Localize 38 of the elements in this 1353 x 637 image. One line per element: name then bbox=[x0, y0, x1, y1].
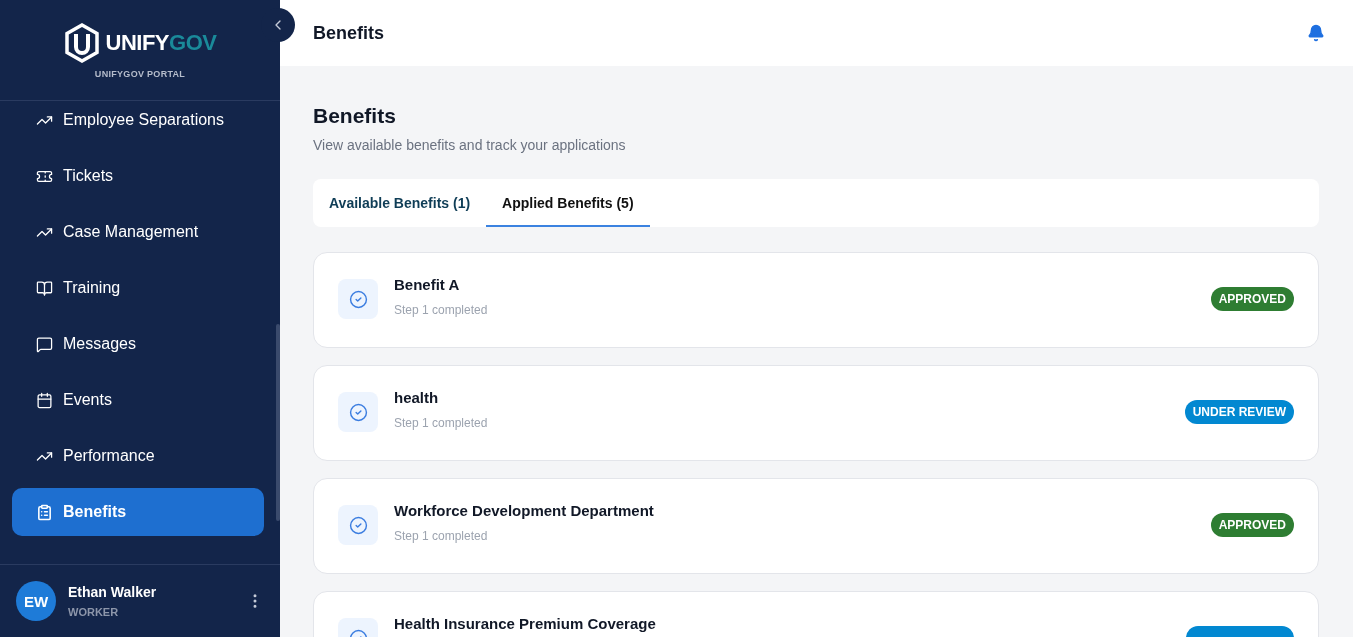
notification-bell-icon[interactable] bbox=[1307, 24, 1325, 42]
status-badge: APPROVED bbox=[1210, 287, 1294, 311]
tab[interactable]: Applied Benefits (5) bbox=[486, 179, 650, 227]
sidebar-nav-item[interactable]: Case Management bbox=[12, 208, 264, 256]
header-title: Benefits bbox=[313, 22, 384, 44]
user-avatar: EW bbox=[16, 581, 56, 621]
book-icon bbox=[36, 279, 53, 297]
logo-wordmark: UNIFYGOV bbox=[105, 30, 217, 56]
benefit-card[interactable]: Benefit A Step 1 completed APPROVED bbox=[313, 252, 1319, 348]
clipboard-icon bbox=[36, 503, 53, 521]
user-name: Ethan Walker bbox=[68, 584, 158, 600]
sidebar-nav-item[interactable]: Employee Separations bbox=[12, 101, 264, 144]
benefit-name: health bbox=[394, 389, 440, 406]
sidebar-nav-item[interactable]: Messages bbox=[12, 320, 264, 368]
calendar-icon bbox=[36, 391, 53, 409]
benefit-card[interactable]: Workforce Development Department Step 1 completed APPROVED bbox=[313, 478, 1319, 574]
benefit-name: Benefit A bbox=[394, 276, 461, 293]
sidebar-nav-item[interactable]: Tickets bbox=[12, 152, 264, 200]
sidebar-nav-item[interactable]: Performance bbox=[12, 432, 264, 480]
benefit-name: Health Insurance Premium Coverage bbox=[394, 615, 657, 632]
benefit-step: Step 1 completed bbox=[394, 303, 1195, 317]
benefit-card[interactable]: Health Insurance Premium Coverage bbox=[313, 591, 1319, 637]
benefit-card[interactable]: health Step 1 completed UNDER REVIEW bbox=[313, 365, 1319, 461]
sidebar-nav-item[interactable]: Training bbox=[12, 264, 264, 312]
benefit-name: Workforce Development Department bbox=[394, 502, 655, 519]
user-role: WORKER bbox=[68, 606, 120, 618]
page-subtitle: View available benefits and track your applications bbox=[313, 137, 627, 153]
sidebar-nav-item[interactable]: Events bbox=[12, 376, 264, 424]
benefit-step: Step 1 completed bbox=[394, 529, 1195, 543]
portal-subtitle: UNIFYGOV PORTAL bbox=[94, 69, 186, 79]
status-badge: UNDER REVIEW bbox=[1184, 400, 1294, 424]
benefit-step: Step 1 completed bbox=[394, 416, 1169, 430]
message-icon bbox=[36, 335, 53, 353]
tab[interactable]: Available Benefits (1) bbox=[313, 179, 487, 227]
sidebar-nav-item[interactable]: Benefits bbox=[12, 488, 264, 536]
page-title: Benefits bbox=[313, 104, 397, 128]
hexagon-logo-icon bbox=[63, 23, 100, 63]
status-badge: APPROVED bbox=[1210, 513, 1294, 537]
